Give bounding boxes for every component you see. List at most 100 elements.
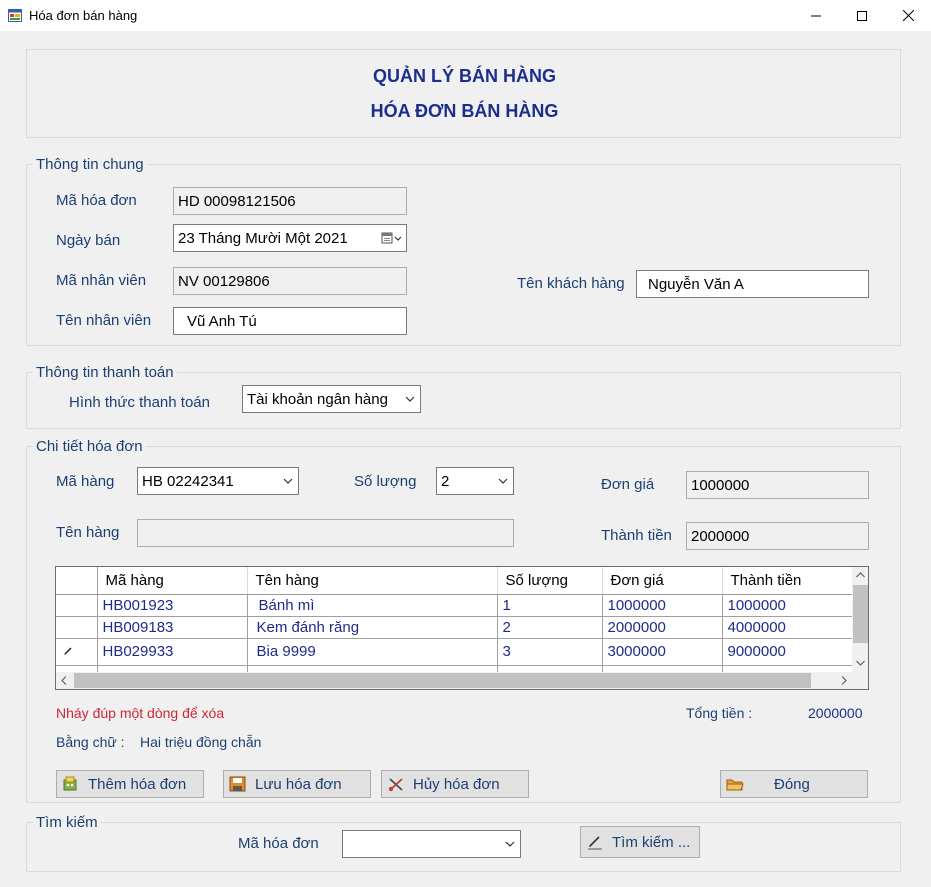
unit-price-label: Đơn giá [601, 476, 655, 493]
amount-in-words-label: Bằng chữ : [56, 734, 125, 750]
cell-item-name[interactable]: Bia 9999 [247, 638, 498, 666]
employee-name-field[interactable]: Vũ Anh Tú [173, 307, 407, 335]
pencil-search-icon [584, 832, 606, 852]
search-button[interactable]: Tìm kiếm ... [580, 826, 700, 858]
cell-item-name[interactable]: Kem đánh răng [247, 616, 498, 639]
scroll-up-icon[interactable] [856, 572, 865, 578]
general-info-group [26, 164, 901, 346]
column-header-item-name[interactable]: Tên hàng [247, 567, 498, 595]
item-code-select[interactable]: HB 02242341 [137, 467, 299, 495]
app-form-icon [8, 9, 22, 22]
maximize-button[interactable] [839, 0, 885, 31]
add-invoice-label: Thêm hóa đơn [88, 775, 187, 793]
payment-method-select[interactable]: Tài khoản ngân hàng [242, 385, 421, 413]
cell-item-code[interactable]: HB009183 [97, 616, 248, 639]
employee-id-label: Mã nhân viên [56, 272, 147, 289]
amount-field[interactable]: 2000000 [686, 522, 869, 550]
total-label: Tổng tiền : [686, 705, 753, 721]
title-bar: Hóa đơn bán hàng [0, 0, 931, 31]
general-info-caption: Thông tin chung [33, 156, 147, 173]
row-header[interactable] [56, 594, 98, 617]
employee-id-field[interactable]: NV 00129806 [173, 267, 407, 295]
invoice-id-label: Mã hóa đơn [56, 192, 137, 209]
row-header-corner [56, 567, 98, 595]
cancel-invoice-label: Hủy hóa đơn [413, 775, 500, 793]
window-title: Hóa đơn bán hàng [29, 8, 138, 23]
scroll-down-icon[interactable] [856, 660, 865, 666]
close-form-button[interactable]: Đóng [720, 770, 868, 798]
item-code-label: Mã hàng [56, 473, 115, 490]
payment-info-caption: Thông tin thanh toán [33, 364, 177, 381]
table-row[interactable]: HB029933 Bia 9999 3 3000000 9000000 [56, 638, 853, 666]
chevron-down-icon [500, 841, 520, 847]
column-header-amount[interactable]: Thành tiền [722, 567, 853, 595]
folder-icon [724, 774, 746, 794]
cell-unit-price[interactable]: 2000000 [602, 616, 723, 639]
scroll-right-icon[interactable] [841, 676, 847, 685]
quantity-label: Số lượng [354, 473, 417, 490]
unit-price-field[interactable]: 1000000 [686, 471, 869, 499]
save-icon [227, 774, 249, 794]
chevron-down-icon [493, 478, 513, 484]
cancel-invoice-button[interactable]: Hủy hóa đơn [381, 770, 529, 798]
column-header-item-code[interactable]: Mã hàng [97, 567, 248, 595]
table-row[interactable]: HB001923 Bánh mì 1 1000000 1000000 [56, 594, 853, 617]
save-invoice-button[interactable]: Lưu hóa đơn [223, 770, 371, 798]
cell-unit-price[interactable]: 3000000 [602, 638, 723, 666]
horizontal-scroll-thumb[interactable] [74, 673, 811, 688]
cell-quantity[interactable]: 1 [497, 594, 603, 617]
cell-amount[interactable]: 1000000 [722, 594, 853, 617]
column-header-quantity[interactable]: Số lượng [497, 567, 603, 595]
close-window-button[interactable] [885, 0, 931, 31]
cell-quantity[interactable]: 2 [497, 616, 603, 639]
quantity-select[interactable]: 2 [436, 467, 514, 495]
item-name-field[interactable] [137, 519, 514, 547]
search-button-label: Tìm kiếm ... [612, 833, 691, 851]
app-heading: QUẢN LÝ BÁN HÀNG [373, 66, 556, 86]
quantity-value: 2 [441, 472, 450, 490]
search-invoice-label: Mã hóa đơn [238, 835, 319, 852]
payment-method-value: Tài khoản ngân hàng [247, 390, 388, 408]
customer-name-field[interactable]: Nguyễn Văn A [636, 270, 869, 298]
row-pencil-icon [64, 646, 72, 655]
sale-date-label: Ngày bán [56, 232, 121, 249]
row-header[interactable] [56, 638, 98, 666]
customer-name-label: Tên khách hàng [517, 275, 625, 292]
sale-date-value: 23 Tháng Mười Một 2021 [178, 229, 348, 247]
sale-date-picker[interactable]: 23 Tháng Mười Một 2021 [173, 224, 407, 252]
cancel-icon [385, 774, 407, 794]
cell-item-code[interactable]: HB029933 [97, 638, 248, 666]
employee-name-label: Tên nhân viên [56, 312, 152, 329]
header-banner: QUẢN LÝ BÁN HÀNG HÓA ĐƠN BÁN HÀNG [26, 49, 901, 138]
cell-unit-price[interactable]: 1000000 [602, 594, 723, 617]
cell-item-name[interactable]: Bánh mì [247, 594, 498, 617]
column-header-unit-price[interactable]: Đơn giá [602, 567, 723, 595]
calendar-dropdown[interactable] [378, 232, 406, 244]
invoice-id-field[interactable]: HD 00098121506 [173, 187, 407, 215]
payment-method-label: Hình thức thanh toán [69, 394, 210, 411]
vertical-scrollbar[interactable] [852, 567, 868, 673]
close-form-label: Đóng [774, 775, 810, 793]
close-icon [902, 10, 914, 21]
scrollbar-corner [852, 672, 868, 689]
cell-item-code[interactable]: HB001923 [97, 594, 248, 617]
save-invoice-label: Lưu hóa đơn [255, 775, 342, 793]
cell-amount[interactable]: 9000000 [722, 638, 853, 666]
calendar-icon [381, 232, 402, 244]
scroll-left-icon[interactable] [61, 676, 67, 685]
cell-amount[interactable]: 4000000 [722, 616, 853, 639]
search-invoice-select[interactable] [342, 830, 521, 858]
add-invoice-icon [60, 774, 82, 794]
item-name-label: Tên hàng [56, 524, 120, 541]
minimize-button[interactable] [793, 0, 839, 31]
row-header[interactable] [56, 616, 98, 639]
total-value: 2000000 [808, 705, 863, 721]
cell-quantity[interactable]: 3 [497, 638, 603, 666]
add-invoice-button[interactable]: Thêm hóa đơn [56, 770, 204, 798]
chevron-down-icon [400, 396, 420, 402]
horizontal-scrollbar[interactable] [56, 672, 852, 689]
invoice-items-grid[interactable]: Mã hàng Tên hàng Số lượng Đơn giá Thành … [55, 566, 869, 690]
form-heading: HÓA ĐƠN BÁN HÀNG [370, 101, 559, 121]
table-row[interactable]: HB009183 Kem đánh răng 2 2000000 4000000 [56, 616, 853, 639]
vertical-scroll-thumb[interactable] [853, 585, 868, 643]
